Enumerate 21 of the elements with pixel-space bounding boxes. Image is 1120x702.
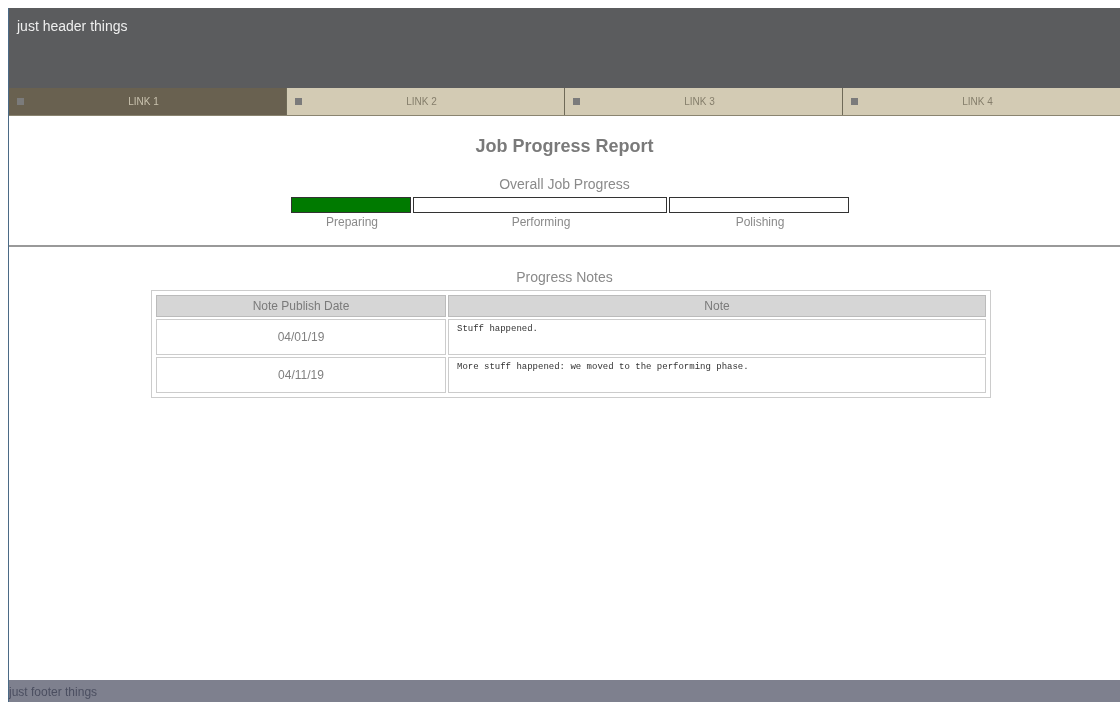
nav-link[interactable]: LINK 3 <box>564 88 842 115</box>
square-icon <box>17 98 24 105</box>
square-icon <box>295 98 302 105</box>
table-cell: Stuff happened. <box>448 319 986 355</box>
nav-link[interactable]: LINK 4 <box>842 88 1120 115</box>
table-cell: 04/01/19 <box>156 319 446 355</box>
square-icon <box>573 98 580 105</box>
header-text: just header things <box>17 18 128 34</box>
nav-link[interactable]: LINK 1 <box>9 88 286 115</box>
table-cell: 04/11/19 <box>156 357 446 393</box>
nav-link[interactable]: LINK 2 <box>286 88 564 115</box>
column-header: Note Publish Date <box>156 295 446 317</box>
report-title: Job Progress Report <box>474 135 655 158</box>
stage-label: Polishing <box>735 215 785 229</box>
stage-label: Performing <box>511 215 571 229</box>
progress-title: Overall Job Progress <box>498 175 631 194</box>
table-cell: More stuff happened: we moved to the performing phase. <box>448 357 986 393</box>
stage-label: Preparing <box>326 215 378 229</box>
notes-title: Progress Notes <box>515 268 614 287</box>
column-header: Note <box>448 295 986 317</box>
square-icon <box>851 98 858 105</box>
